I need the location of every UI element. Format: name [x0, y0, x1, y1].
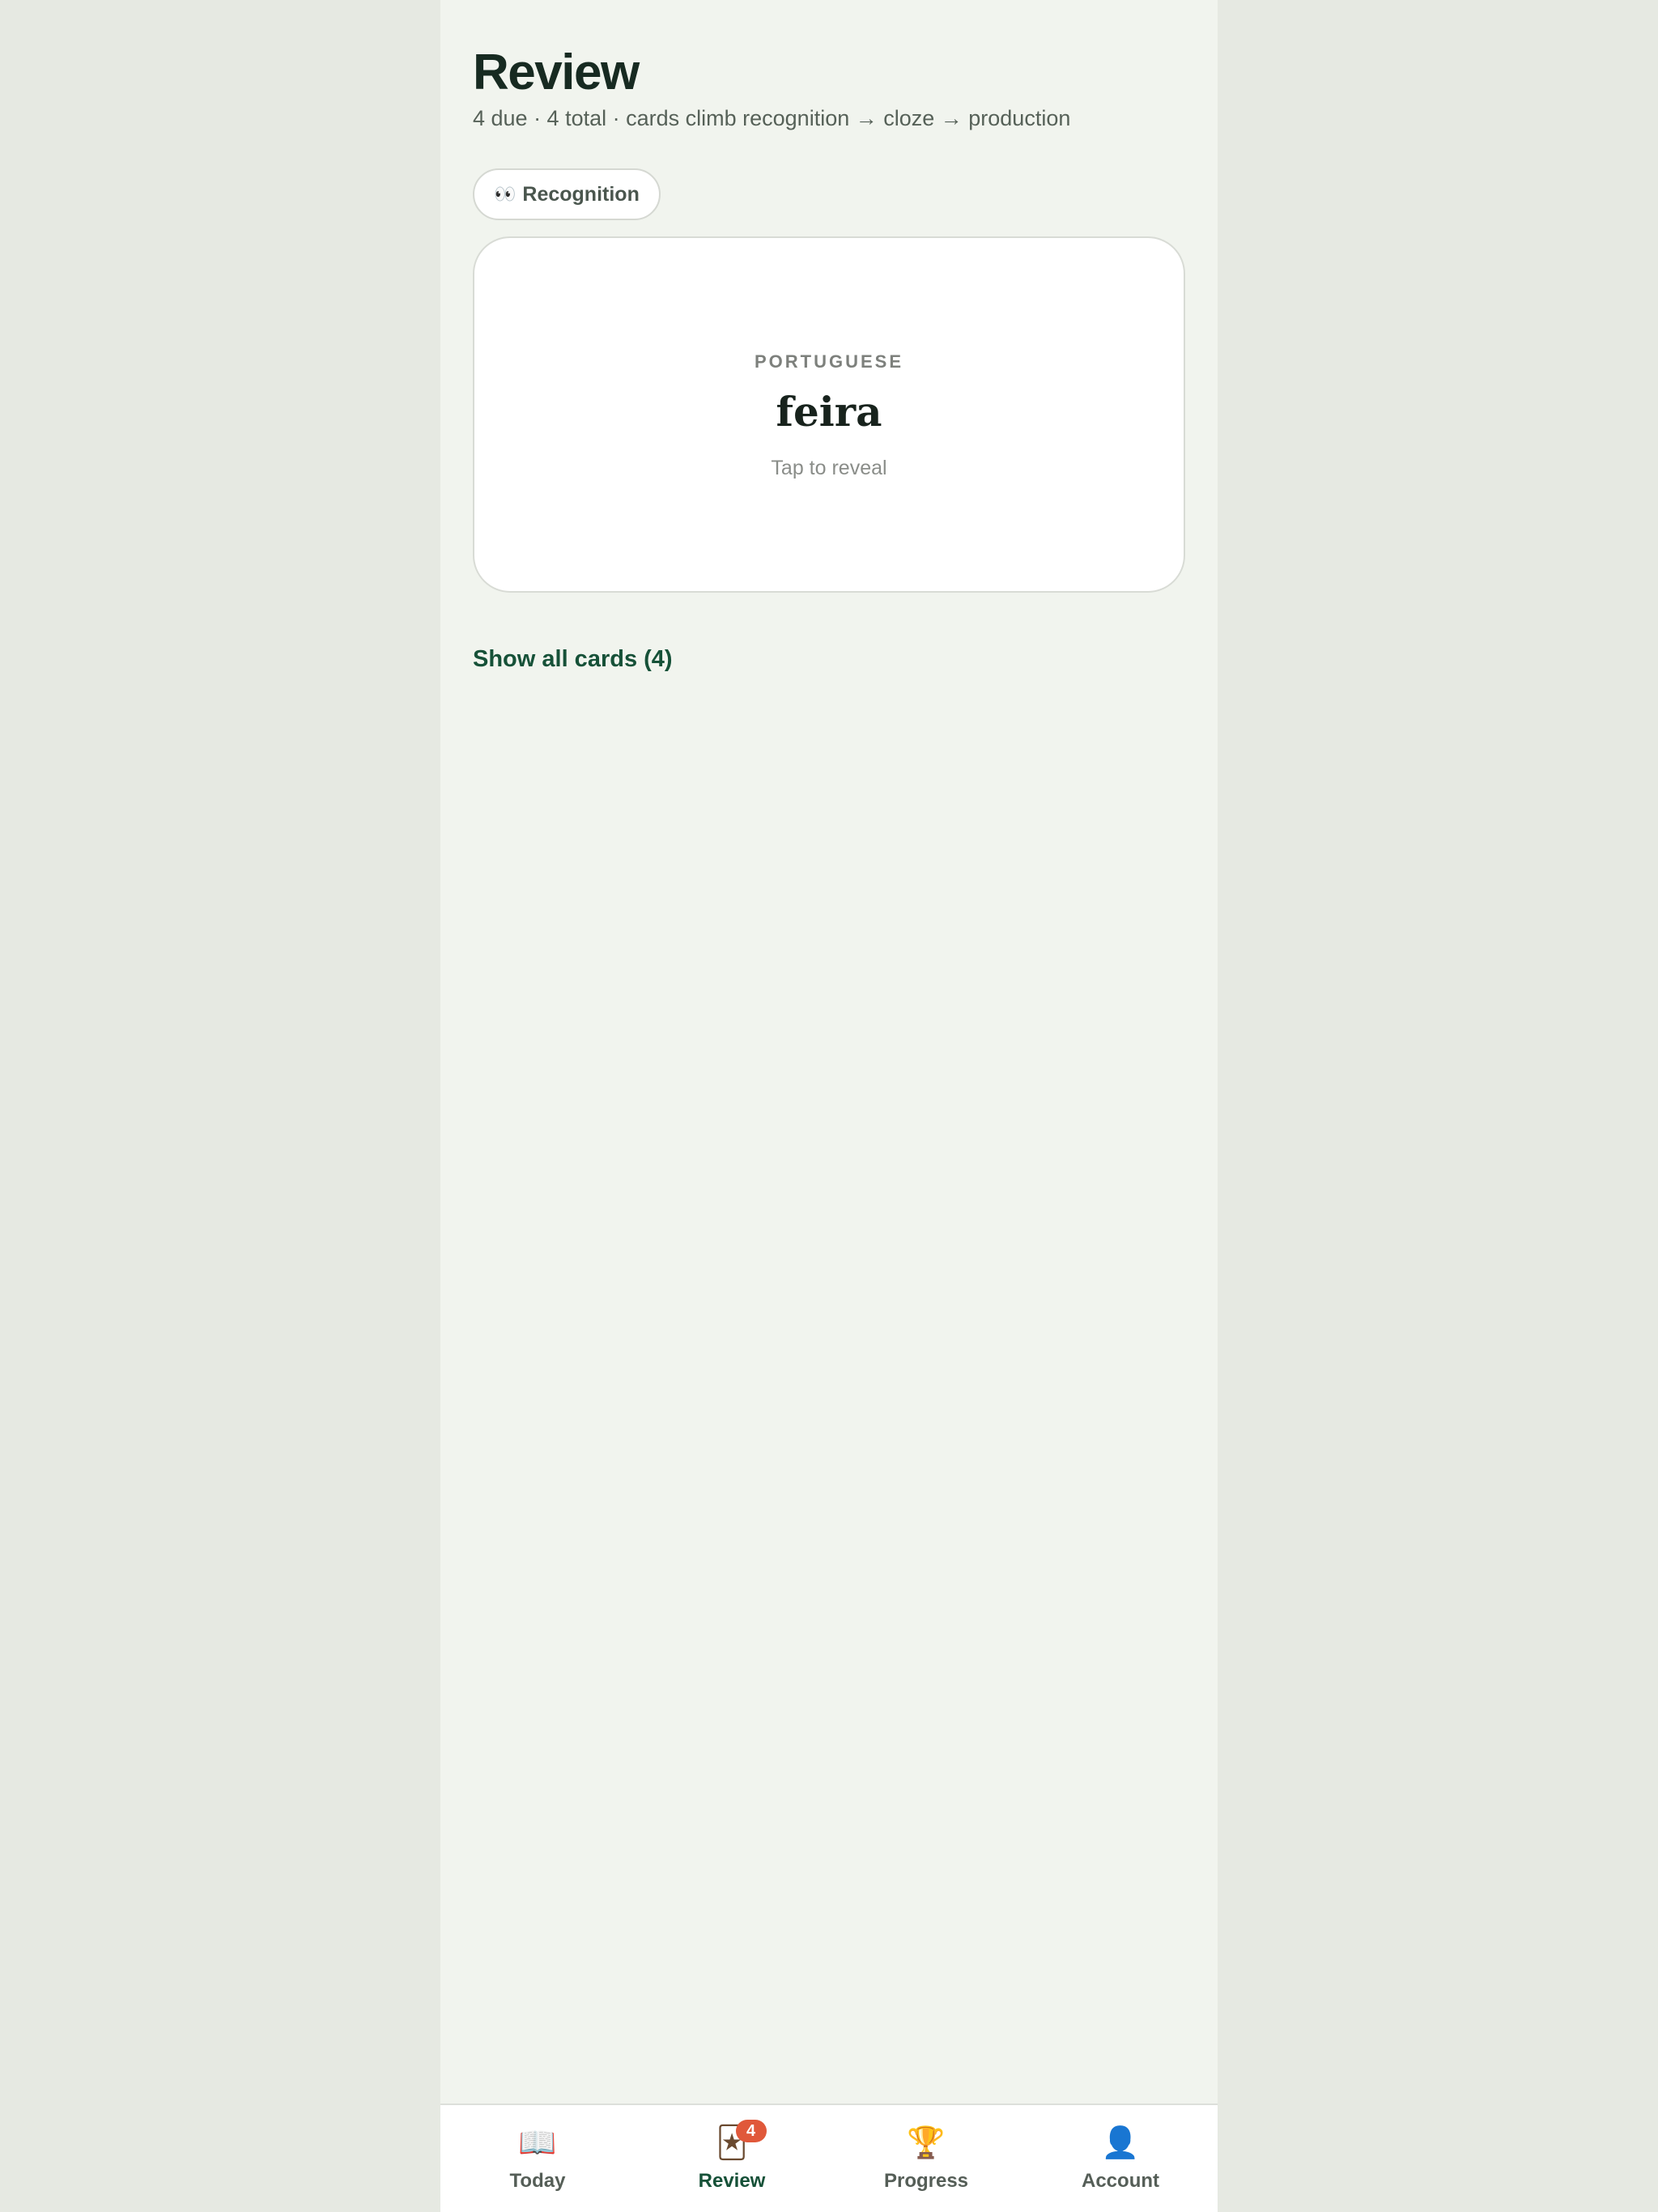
- user-silhouette-icon: 👤: [1101, 2126, 1140, 2160]
- flashcard[interactable]: PORTUGUESE feira Tap to reveal: [473, 236, 1185, 593]
- open-book-icon: 📖: [518, 2126, 557, 2160]
- tab-account[interactable]: 👤 Account: [1023, 2105, 1218, 2212]
- bottom-tab-bar: 📖 Today 🃏 4 Review 🏆 Progress 👤 Account: [440, 2104, 1218, 2212]
- card-language: PORTUGUESE: [754, 351, 904, 372]
- tab-label: Account: [1082, 2170, 1159, 2192]
- tab-label: Review: [698, 2170, 766, 2192]
- trophy-icon: 🏆: [907, 2126, 946, 2160]
- tab-label: Today: [509, 2170, 566, 2192]
- app-screen: Review 4 due · 4 total · cards climb rec…: [440, 0, 1218, 2212]
- page-subtitle: 4 due · 4 total · cards climb recognitio…: [473, 106, 1071, 130]
- card-word: feira: [776, 388, 882, 436]
- tab-label: Progress: [883, 2170, 969, 2192]
- card-hint: Tap to reveal: [771, 457, 887, 479]
- playing-card-icon: 🃏 4: [716, 2120, 767, 2162]
- mode-pill-recognition[interactable]: 👀 Recognition: [473, 168, 661, 220]
- show-all-cards-link[interactable]: Show all cards (4): [473, 646, 673, 673]
- review-count-badge: 4: [735, 2120, 767, 2142]
- tab-progress[interactable]: 🏆 Progress: [829, 2105, 1023, 2212]
- page-header: Review 4 due · 4 total · cards climb rec…: [473, 44, 1185, 133]
- tab-review[interactable]: 🃏 4 Review: [635, 2105, 829, 2212]
- mode-label: Recognition: [522, 182, 640, 206]
- eyes-icon: 👀: [494, 184, 516, 204]
- tab-today[interactable]: 📖 Today: [440, 2105, 635, 2212]
- page-title: Review: [473, 45, 640, 100]
